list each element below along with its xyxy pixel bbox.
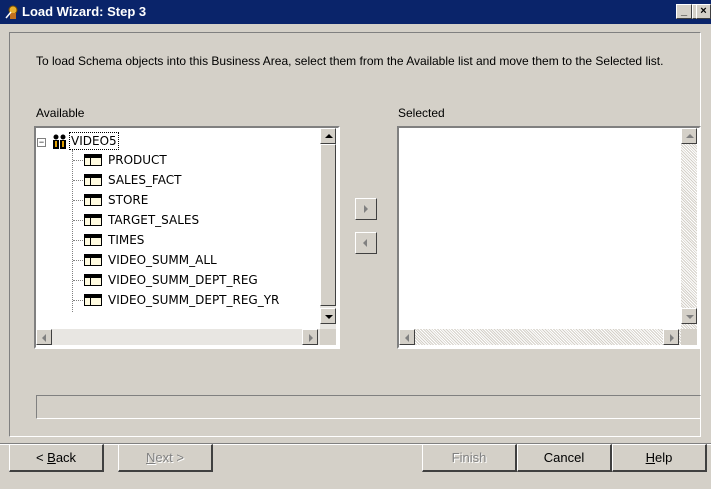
tree-connector [73, 160, 83, 162]
help-mnemonic: H [645, 450, 656, 465]
move-left-icon [363, 239, 367, 247]
scroll-right-button[interactable] [302, 329, 318, 345]
progress-bar [36, 395, 701, 419]
tree-connector [73, 280, 83, 282]
scroll-left-button[interactable] [399, 329, 415, 345]
scroll-thumb[interactable] [320, 144, 336, 306]
users-icon [53, 134, 66, 149]
close-button[interactable]: × [696, 4, 711, 19]
next-label: ext > [155, 450, 184, 465]
tree-connector [73, 220, 83, 222]
move-right-button[interactable] [355, 198, 377, 220]
tree-connector [73, 240, 83, 242]
selected-vscrollbar[interactable] [681, 128, 697, 329]
scroll-up-button[interactable] [681, 128, 697, 144]
finish-button[interactable]: Finish [422, 444, 517, 472]
table-icon [84, 254, 102, 266]
move-left-button[interactable] [355, 232, 377, 254]
tree-item[interactable]: PRODUCT [108, 150, 167, 170]
tree-connector [72, 150, 74, 312]
instruction-text: To load Schema objects into this Busines… [36, 54, 664, 68]
title-bar: Load Wizard: Step 3 _ □ [0, 0, 711, 24]
tree-connector [73, 200, 83, 202]
tree-item[interactable]: TARGET_SALES [108, 210, 199, 230]
tree-item[interactable]: VIDEO_SUMM_ALL [108, 250, 217, 270]
tree-connector [73, 300, 83, 302]
selected-label: Selected [398, 106, 445, 120]
next-button[interactable]: Next > [118, 444, 213, 472]
table-icon [84, 174, 102, 186]
next-mnemonic: N [146, 450, 156, 465]
help-button[interactable]: Help [612, 444, 707, 472]
table-icon [84, 214, 102, 226]
selected-hscrollbar[interactable] [399, 329, 681, 345]
available-label: Available [36, 106, 85, 120]
table-icon [84, 154, 102, 166]
scroll-up-button[interactable] [320, 128, 336, 144]
back-prefix: < [35, 450, 48, 465]
tree-connector [73, 180, 83, 182]
back-label: ack [55, 450, 77, 465]
scroll-right-button[interactable] [663, 329, 679, 345]
cancel-button[interactable]: Cancel [517, 444, 612, 472]
available-vscrollbar[interactable] [320, 128, 336, 329]
tree-item[interactable]: SALES_FACT [108, 170, 181, 190]
back-button[interactable]: < Back [9, 444, 104, 472]
collapse-toggle[interactable]: − [37, 138, 46, 147]
help-label: elp [655, 450, 673, 465]
scroll-left-button[interactable] [36, 329, 52, 345]
scroll-corner [320, 329, 336, 345]
scroll-corner [681, 329, 697, 345]
tree-item[interactable]: VIDEO_SUMM_DEPT_REG_YR [108, 290, 279, 310]
selected-list[interactable] [397, 126, 701, 349]
scroll-down-button[interactable] [681, 308, 697, 324]
scroll-down-button[interactable] [320, 308, 336, 324]
wizard-icon [5, 5, 18, 19]
back-mnemonic: B [47, 450, 56, 465]
tree-connector [73, 260, 83, 262]
available-tree[interactable]: − VIDEO5 PRODUCT SALES_FACT STORE TARGET_SA… [34, 126, 340, 349]
tree-item[interactable]: VIDEO_SUMM_DEPT_REG [108, 270, 258, 290]
tree-item[interactable]: TIMES [108, 230, 144, 250]
table-icon [84, 234, 102, 246]
minimize-button[interactable]: _ [676, 4, 692, 19]
tree-item[interactable]: STORE [108, 190, 148, 210]
table-icon [84, 194, 102, 206]
move-right-icon [364, 205, 368, 213]
available-hscrollbar[interactable] [36, 329, 320, 345]
tree-root[interactable]: VIDEO5 [69, 132, 119, 150]
window-title: Load Wizard: Step 3 [22, 4, 147, 19]
table-icon [84, 294, 102, 306]
table-icon [84, 274, 102, 286]
